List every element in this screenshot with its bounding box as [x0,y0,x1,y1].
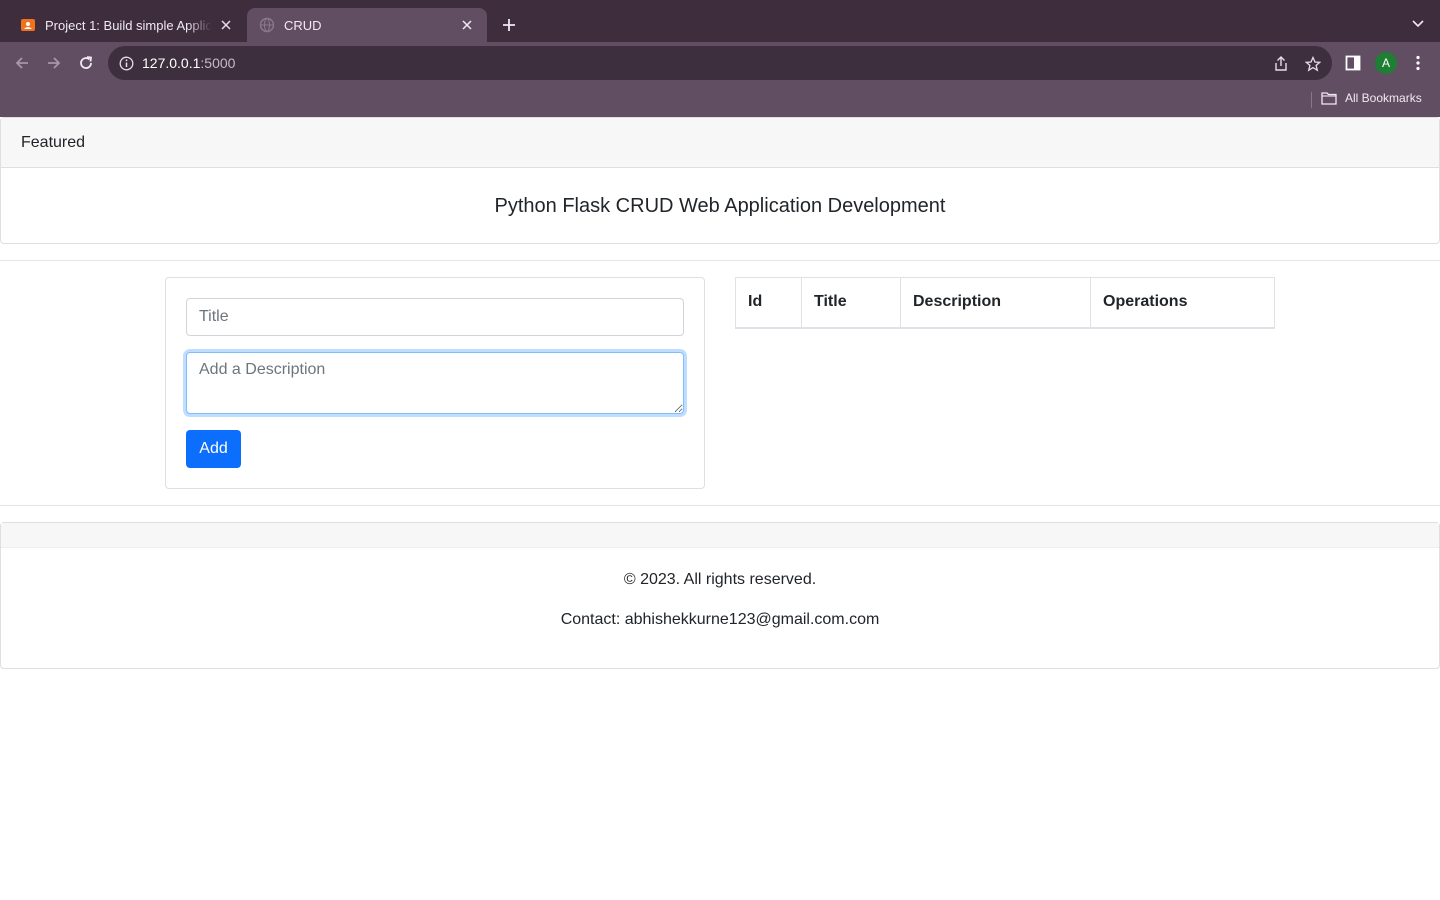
featured-card: Featured Python Flask CRUD Web Applicati… [0,117,1440,244]
copyright-text: © 2023. All rights reserved. [623,571,817,588]
url-text: 127.0.0.1:5000 [142,55,235,71]
table-header-row: Id Title Description Operations [735,277,1275,329]
footer-card: © 2023. All rights reserved. Contact: ab… [0,522,1440,669]
forward-button[interactable] [41,50,67,76]
column-header-operations: Operations [1090,277,1275,329]
title-input[interactable] [186,298,684,336]
profile-avatar[interactable]: A [1375,52,1397,74]
description-input[interactable] [186,352,684,414]
page-title: Python Flask CRUD Web Application Develo… [494,194,946,217]
add-todo-form: Add [165,277,705,489]
tab-project[interactable]: Project 1: Build simple Applicat [8,8,246,42]
todo-table: Id Title Description Operations [735,277,1275,329]
column-header-id: Id [735,277,802,329]
address-bar[interactable]: 127.0.0.1:5000 [108,46,1332,80]
card-header: Featured [1,118,1439,168]
bookmarks-separator [1311,92,1312,108]
bookmarks-bar: All Bookmarks [0,84,1440,117]
new-tab-button[interactable] [497,13,521,37]
info-icon[interactable] [118,55,134,71]
browser-toolbar: 127.0.0.1:5000 [0,42,1440,84]
tab-title: CRUD [284,17,322,33]
tab-title: Project 1: Build simple Applicat [45,17,212,33]
tab-crud[interactable]: CRUD [247,8,487,42]
tab-search-button[interactable] [1408,14,1428,34]
presentation-icon [20,17,36,33]
divider [0,260,1440,261]
url-port: :5000 [200,55,236,71]
column-header-description: Description [900,277,1091,329]
back-button[interactable] [9,50,35,76]
arrow-left-icon [15,57,28,69]
chevron-down-icon [1412,20,1424,28]
share-icon[interactable] [1272,55,1290,73]
all-bookmarks-label: All Bookmarks [1345,91,1422,105]
contact-text: Contact: abhishekkurne123@gmail.com.com [560,611,880,628]
folder-icon [1321,91,1337,105]
side-panel-icon[interactable] [1341,51,1365,75]
footer-header [1,523,1439,548]
reload-icon [80,56,93,69]
all-bookmarks-button[interactable]: All Bookmarks [1321,91,1422,105]
close-icon[interactable] [218,17,234,33]
divider [0,505,1440,506]
tab-strip: Project 1: Build simple Applicat CRUD [0,0,1440,42]
url-host: 127.0.0.1 [142,55,201,71]
arrow-right-icon [48,57,61,69]
close-icon[interactable] [459,17,475,33]
bookmark-star-icon[interactable] [1304,55,1322,73]
menu-dots-icon[interactable] [1406,51,1430,75]
column-header-title: Title [801,277,901,329]
plus-icon [503,19,515,31]
globe-icon [259,17,275,33]
add-button[interactable]: Add [186,430,241,468]
reload-button[interactable] [73,50,99,76]
page-content: Featured Python Flask CRUD Web Applicati… [0,117,1440,900]
